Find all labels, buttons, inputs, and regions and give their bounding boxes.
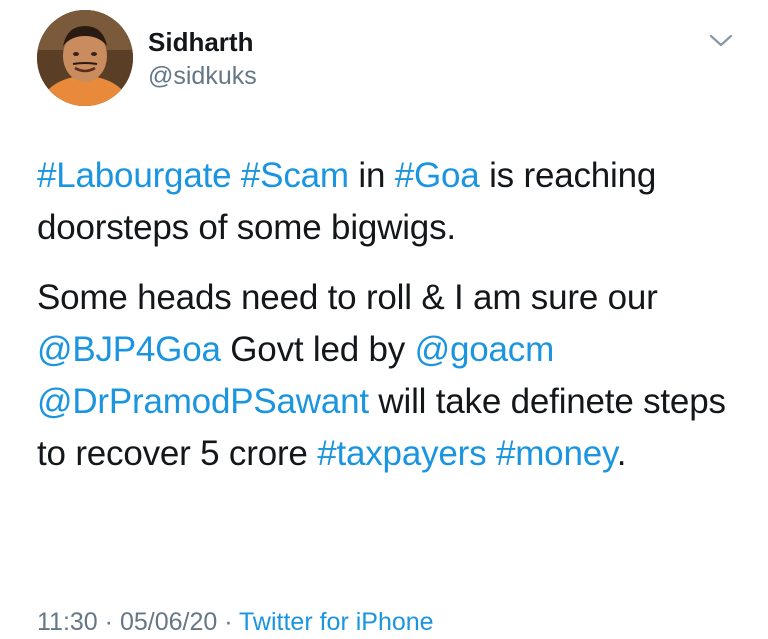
tweet-date[interactable]: 05/06/20 (120, 608, 217, 636)
text-segment (231, 156, 241, 195)
tweet-time[interactable]: 11:30 (37, 608, 98, 636)
hashtag-link[interactable]: #Labourgate (37, 156, 232, 195)
text-segment: Govt led by (220, 330, 415, 369)
user-handle[interactable]: @sidkuks (148, 60, 257, 92)
tweet-meta: 11:30 · 05/06/20 · Twitter for iPhone (37, 606, 434, 638)
hashtag-link[interactable]: #Goa (395, 156, 480, 195)
tweet-source-link[interactable]: Twitter for iPhone (239, 608, 434, 636)
tweet-card: Sidharth @sidkuks #Labourgate #Scam in #… (0, 0, 768, 639)
text-segment: in (348, 156, 395, 195)
hashtag-link[interactable]: #Scam (241, 156, 349, 195)
text-segment (486, 434, 496, 473)
chevron-down-icon[interactable] (706, 26, 736, 56)
mention-link[interactable]: @DrPramodPSawant (37, 382, 369, 421)
separator: · (217, 608, 240, 636)
avatar[interactable] (37, 10, 133, 106)
mention-link[interactable]: @goacm (415, 330, 555, 369)
tweet-text: #Labourgate #Scam in #Goa is reaching do… (37, 150, 747, 480)
tweet-paragraph: #Labourgate #Scam in #Goa is reaching do… (37, 150, 747, 254)
profile-photo-icon (37, 10, 133, 106)
hashtag-link[interactable]: #taxpayers (317, 434, 486, 473)
tweet-paragraph: Some heads need to roll & I am sure our … (37, 272, 747, 480)
separator: · (97, 608, 120, 636)
hashtag-link[interactable]: #money (496, 434, 617, 473)
text-segment: Some heads need to roll & I am sure our (37, 278, 658, 317)
text-segment: . (616, 434, 627, 473)
mention-link[interactable]: @BJP4Goa (37, 330, 221, 369)
user-name[interactable]: Sidharth (148, 26, 253, 58)
